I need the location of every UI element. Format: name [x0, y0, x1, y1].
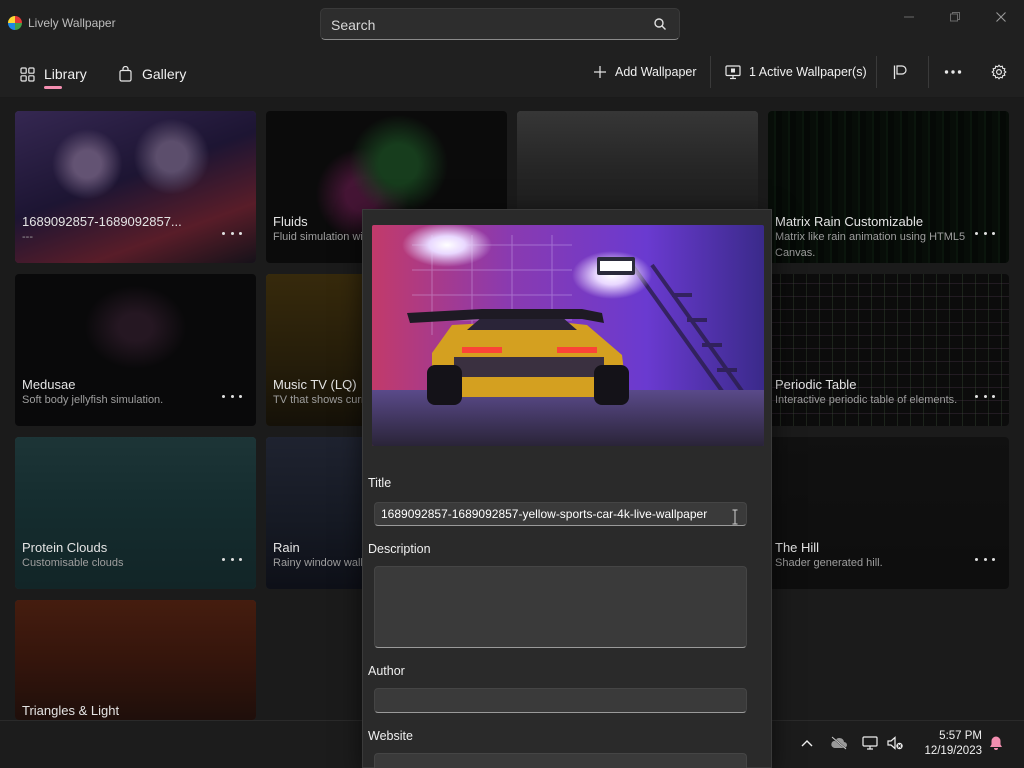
- plus-icon: [594, 66, 606, 78]
- restore-icon: [950, 12, 960, 22]
- search-icon[interactable]: [653, 17, 667, 31]
- cloud-offline-icon: [831, 736, 847, 750]
- tab-library[interactable]: Library: [20, 62, 87, 86]
- toolbar-divider: [876, 56, 877, 88]
- settings-button[interactable]: [991, 60, 1007, 84]
- tile-more-button[interactable]: [222, 553, 242, 565]
- more-options-button[interactable]: [944, 60, 962, 84]
- wallpaper-description: ---: [22, 231, 33, 243]
- wallpaper-description: Shader generated hill.: [775, 557, 883, 569]
- title-bar: Lively Wallpaper: [0, 0, 1024, 48]
- gear-icon: [991, 64, 1007, 80]
- toolbar-divider: [928, 56, 929, 88]
- onedrive-tray-button[interactable]: [828, 732, 850, 754]
- volume-tray-button[interactable]: [884, 732, 906, 754]
- wallpaper-title: Fluids: [273, 214, 308, 229]
- tile-more-button[interactable]: [222, 227, 242, 239]
- flag-icon: [893, 65, 907, 79]
- author-input[interactable]: [374, 688, 747, 713]
- website-field-label: Website: [368, 729, 413, 743]
- wallpaper-tile[interactable]: Matrix Rain Customizable Matrix like rai…: [768, 111, 1009, 263]
- active-tab-indicator: [44, 86, 62, 89]
- wallpaper-description: Customisable clouds: [22, 557, 124, 569]
- tile-more-button[interactable]: [975, 390, 995, 402]
- wallpaper-description: Soft body jellyfish simulation.: [22, 394, 164, 406]
- wallpaper-tile[interactable]: The Hill Shader generated hill.: [768, 437, 1009, 589]
- tab-gallery-label: Gallery: [142, 66, 187, 82]
- wallpaper-preview-image: [372, 225, 764, 446]
- website-input[interactable]: [374, 753, 747, 768]
- more-icon: [944, 70, 962, 74]
- tab-gallery[interactable]: Gallery: [118, 62, 186, 86]
- wallpaper-tile[interactable]: Medusae Soft body jellyfish simulation.: [15, 274, 256, 426]
- description-input[interactable]: [374, 566, 747, 648]
- clock-time: 5:57 PM: [939, 730, 982, 742]
- add-wallpaper-button[interactable]: Add Wallpaper: [593, 60, 697, 84]
- network-tray-button[interactable]: [859, 732, 881, 754]
- wallpaper-title: 1689092857-1689092857...: [22, 214, 182, 229]
- shopping-bag-icon: [119, 66, 132, 82]
- tile-more-button[interactable]: [222, 390, 242, 402]
- notifications-button[interactable]: [985, 732, 1007, 754]
- monitor-icon: [725, 64, 741, 79]
- wallpaper-tile[interactable]: 1689092857-1689092857... ---: [15, 111, 256, 263]
- title-input[interactable]: [374, 502, 747, 526]
- clock-date: 12/19/2023: [924, 745, 982, 757]
- wallpaper-description: Interactive periodic table of elements.: [775, 394, 958, 406]
- minimize-button[interactable]: [891, 6, 927, 28]
- wallpaper-title: The Hill: [775, 540, 820, 555]
- lively-wallpaper-app: Lively Wallpaper Search Library Gallery …: [0, 0, 1024, 768]
- bell-icon: [990, 736, 1002, 750]
- active-wallpapers-label: 1 Active Wallpaper(s): [749, 65, 867, 79]
- wallpaper-tile[interactable]: Triangles & Light: [15, 600, 256, 720]
- wallpaper-title: Medusae: [22, 377, 76, 392]
- tab-library-label: Library: [44, 66, 87, 82]
- app-logo-icon: [8, 16, 22, 30]
- wallpaper-tile[interactable]: Protein Clouds Customisable clouds: [15, 437, 256, 589]
- wallpaper-title: Triangles & Light: [22, 703, 120, 718]
- add-wallpaper-label: Add Wallpaper: [615, 65, 697, 79]
- wallpaper-description: Matrix like rain animation using HTML5 C…: [775, 231, 966, 259]
- app-title: Lively Wallpaper: [28, 16, 116, 30]
- wallpaper-tile[interactable]: Periodic Table Interactive periodic tabl…: [768, 274, 1009, 426]
- pause-wallpaper-button[interactable]: [892, 60, 908, 84]
- wallpaper-title: Matrix Rain Customizable: [775, 214, 924, 229]
- author-field-label: Author: [368, 664, 405, 678]
- tile-more-button[interactable]: [975, 553, 995, 565]
- network-icon: [862, 736, 878, 750]
- close-icon: [996, 12, 1006, 22]
- minimize-icon: [904, 16, 914, 18]
- toolbar-divider: [710, 56, 711, 88]
- text-cursor-icon: [732, 509, 738, 525]
- wallpaper-details-panel: Title Description Author Website: [362, 209, 772, 768]
- tile-more-button[interactable]: [975, 227, 995, 239]
- wallpaper-title: Protein Clouds: [22, 540, 108, 555]
- volume-muted-icon: [887, 736, 903, 750]
- taskbar-clock[interactable]: 5:57 PM 12/19/2023: [916, 729, 982, 759]
- wallpaper-title: Rain: [273, 540, 300, 555]
- chevron-up-icon: [801, 740, 813, 747]
- wallpaper-title: Periodic Table: [775, 377, 857, 392]
- description-field-label: Description: [368, 542, 431, 556]
- wallpaper-title: Music TV (LQ): [273, 377, 357, 392]
- maximize-button[interactable]: [937, 6, 973, 28]
- search-box[interactable]: [320, 8, 680, 40]
- title-field-label: Title: [368, 476, 392, 490]
- active-wallpapers-button[interactable]: 1 Active Wallpaper(s): [725, 60, 867, 84]
- preview-scene: [372, 225, 764, 446]
- show-hidden-icons-button[interactable]: [796, 732, 818, 754]
- grid-icon: [20, 66, 35, 82]
- search-input[interactable]: [331, 15, 631, 35]
- close-button[interactable]: [983, 6, 1019, 28]
